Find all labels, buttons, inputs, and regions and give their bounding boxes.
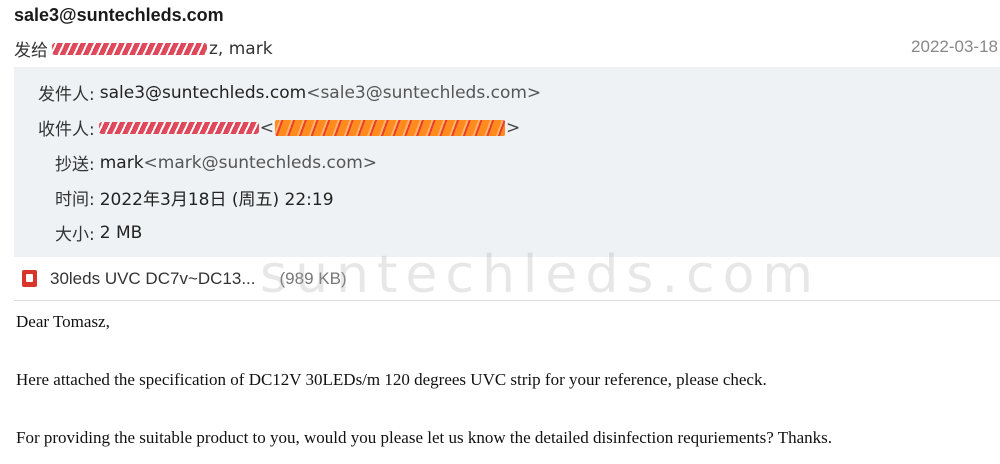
- from-name[interactable]: sale3@suntechleds.com: [100, 83, 306, 103]
- body-line-1: Here attached the specification of DC12V…: [16, 370, 767, 389]
- to-prefix: 发给: [14, 41, 48, 61]
- from-email[interactable]: <sale3@suntechleds.com>: [306, 83, 541, 103]
- attachment-size: (989 KB): [279, 268, 347, 288]
- cc-label: 抄送:: [55, 155, 95, 175]
- pdf-icon: [22, 270, 37, 287]
- angle-open: <: [259, 117, 274, 138]
- angle-close: >: [505, 117, 521, 138]
- size-label: 大小:: [55, 225, 95, 245]
- body-line-2: For providing the suitable product to yo…: [16, 428, 832, 447]
- from-label: 发件人:: [38, 85, 95, 105]
- details-panel: 发件人: sale3@suntechleds.com <sale3@suntec…: [14, 67, 1000, 257]
- time-row: 时间: 2022年3月18日 (周五) 22:19: [55, 185, 334, 210]
- attachment-bar: 30leds UVC DC7v~DC13... (989 KB): [14, 257, 1000, 301]
- time-value: 2022年3月18日 (周五) 22:19: [99, 190, 334, 210]
- size-value: 2 MB: [99, 222, 143, 243]
- email-date: 2022-03-18: [911, 37, 998, 56]
- redacted-recipient-mark: [52, 42, 207, 55]
- recipients-rest: z, mark: [209, 38, 273, 59]
- attachment-name[interactable]: 30leds UVC DC7v~DC13...: [50, 269, 256, 289]
- redacted-recipient-email: [274, 119, 505, 136]
- size-row: 大小: 2 MB: [55, 220, 143, 246]
- cc-name[interactable]: mark: [100, 153, 144, 173]
- body-greeting: Dear Tomasz,: [16, 312, 110, 331]
- redacted-recipient-name: [98, 121, 259, 134]
- email-view: sale3@suntechleds.com 发给 z, mark 2022-03…: [0, 0, 1000, 464]
- sender-name[interactable]: sale3@suntechleds.com: [14, 5, 224, 26]
- to-row: 收件人: < >: [38, 115, 521, 141]
- from-row: 发件人: sale3@suntechleds.com <sale3@suntec…: [38, 80, 541, 106]
- time-label: 时间:: [55, 190, 95, 210]
- cc-email[interactable]: <mark@suntechleds.com>: [144, 153, 378, 173]
- cc-row: 抄送: mark <mark@suntechleds.com>: [55, 150, 378, 176]
- recipients-summary[interactable]: 发给 z, mark: [14, 36, 273, 62]
- to-label: 收件人:: [38, 120, 95, 140]
